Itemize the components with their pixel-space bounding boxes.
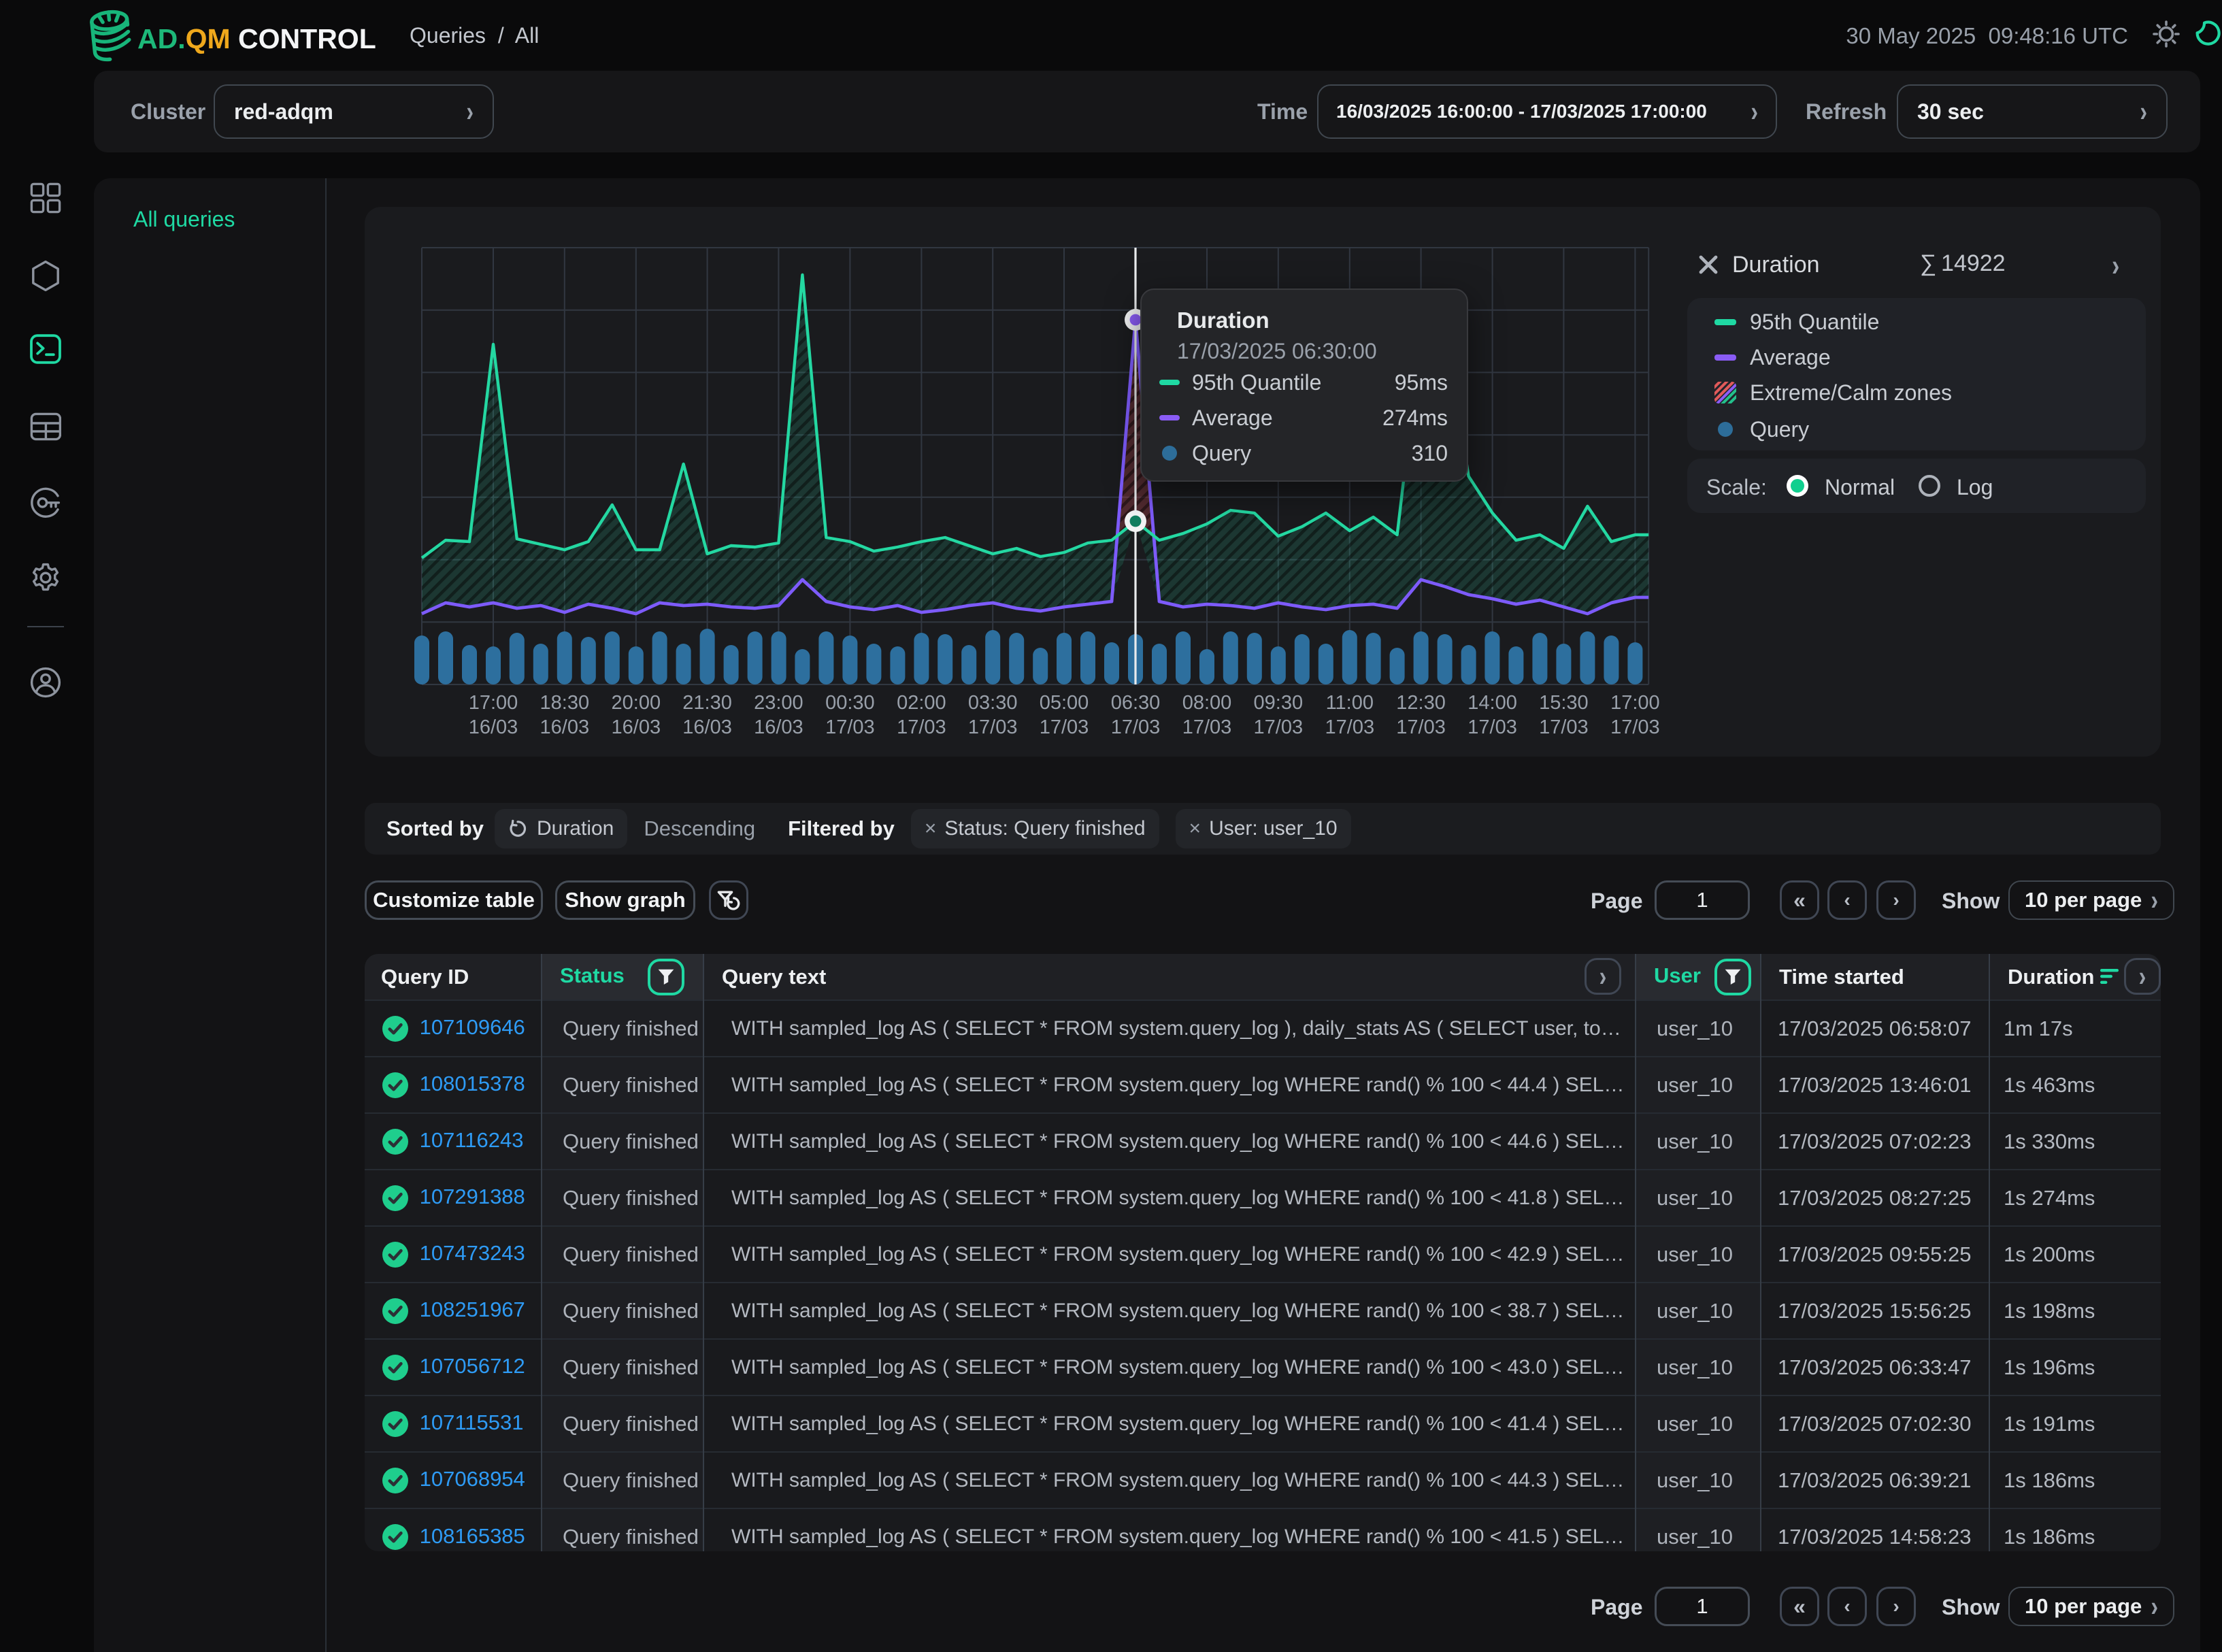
svg-text:09:30: 09:30 xyxy=(1254,692,1304,714)
svg-text:16/03: 16/03 xyxy=(540,716,590,738)
svg-text:17/03: 17/03 xyxy=(968,716,1018,738)
svg-text:15:30: 15:30 xyxy=(1539,692,1589,714)
svg-text:16/03: 16/03 xyxy=(754,716,803,738)
svg-text:05:00: 05:00 xyxy=(1040,692,1089,714)
svg-text:12:30: 12:30 xyxy=(1396,692,1446,714)
svg-text:02:00: 02:00 xyxy=(897,692,946,714)
svg-text:17/03: 17/03 xyxy=(1610,716,1660,738)
svg-text:14:00: 14:00 xyxy=(1467,692,1517,714)
svg-text:17/03: 17/03 xyxy=(1040,716,1089,738)
svg-text:17/03: 17/03 xyxy=(1182,716,1232,738)
svg-text:17/03: 17/03 xyxy=(1111,716,1161,738)
svg-text:08:00: 08:00 xyxy=(1182,692,1232,714)
svg-text:17/03: 17/03 xyxy=(1467,716,1517,738)
svg-text:06:30: 06:30 xyxy=(1111,692,1161,714)
svg-text:11:00: 11:00 xyxy=(1326,692,1374,714)
svg-text:16/03: 16/03 xyxy=(612,716,661,738)
svg-text:16/03: 16/03 xyxy=(682,716,732,738)
svg-text:17/03: 17/03 xyxy=(1325,716,1375,738)
svg-text:17:00: 17:00 xyxy=(1610,692,1660,714)
svg-text:18:30: 18:30 xyxy=(540,692,590,714)
svg-text:21:30: 21:30 xyxy=(682,692,732,714)
svg-text:16/03: 16/03 xyxy=(469,716,518,738)
svg-text:00:30: 00:30 xyxy=(825,692,875,714)
svg-text:03:30: 03:30 xyxy=(968,692,1018,714)
svg-text:23:00: 23:00 xyxy=(754,692,803,714)
svg-text:17/03: 17/03 xyxy=(897,716,946,738)
svg-text:17:00: 17:00 xyxy=(469,692,518,714)
svg-text:17/03: 17/03 xyxy=(825,716,875,738)
svg-text:17/03: 17/03 xyxy=(1254,716,1304,738)
svg-text:17/03: 17/03 xyxy=(1539,716,1589,738)
svg-text:17/03: 17/03 xyxy=(1396,716,1446,738)
svg-text:20:00: 20:00 xyxy=(612,692,661,714)
